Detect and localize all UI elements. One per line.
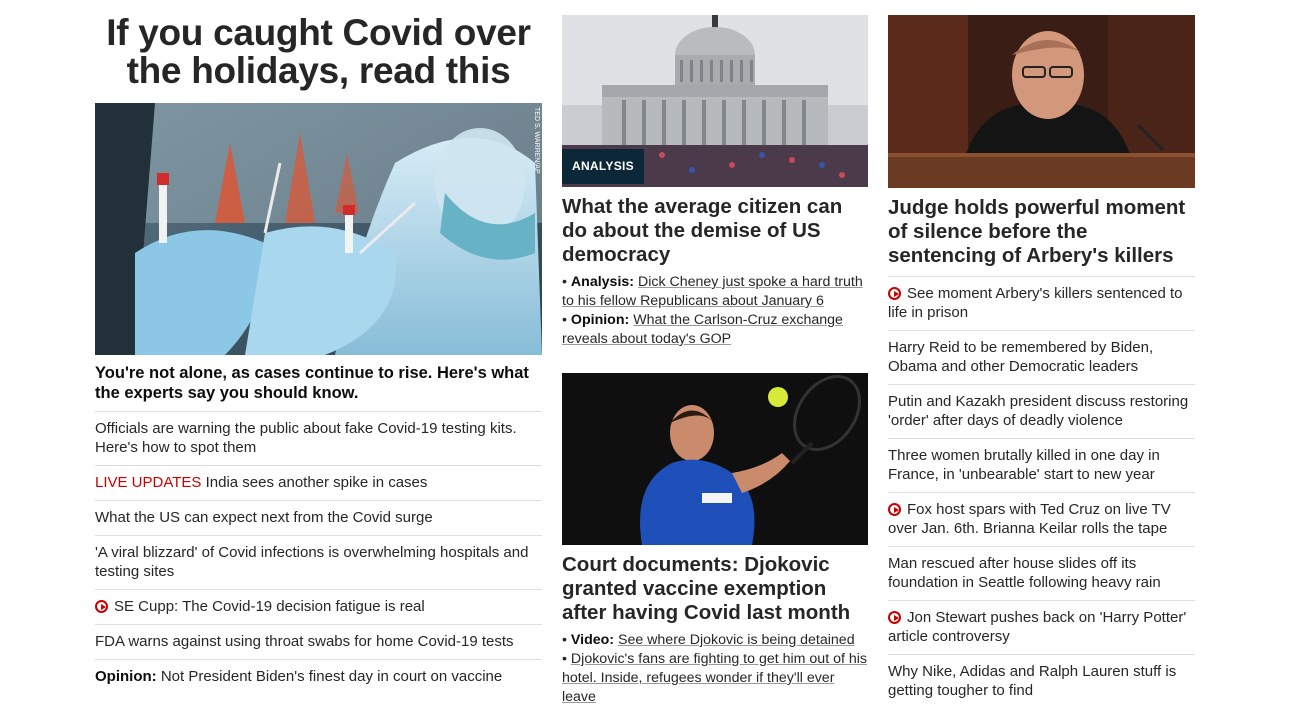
analysis-badge: ANALYSIS bbox=[562, 149, 644, 184]
lead-related-list: Officials are warning the public about f… bbox=[95, 412, 542, 694]
list-item[interactable]: Opinion: Not President Biden's finest da… bbox=[95, 660, 542, 694]
video-play-icon bbox=[888, 287, 901, 300]
live-updates-label: LIVE UPDATES bbox=[95, 474, 202, 491]
capitol-photo[interactable]: ANALYSIS bbox=[562, 15, 868, 187]
list-item[interactable]: • Djokovic's fans are fighting to get hi… bbox=[562, 650, 868, 707]
story-headline[interactable]: Judge holds powerful moment of silence b… bbox=[888, 196, 1195, 268]
story-related-list: • Video: See where Djokovic is being det… bbox=[562, 631, 868, 707]
story-headline[interactable]: Court documents: Djokovic granted vaccin… bbox=[562, 553, 868, 625]
story-related-list: • Analysis: Dick Cheney just spoke a har… bbox=[562, 273, 868, 349]
list-item[interactable]: SE Cupp: The Covid-19 decision fatigue i… bbox=[95, 590, 542, 625]
list-item[interactable]: FDA warns against using throat swabs for… bbox=[95, 625, 542, 660]
list-item[interactable]: • Analysis: Dick Cheney just spoke a har… bbox=[562, 273, 868, 311]
lead-column: If you caught Covid over the holidays, r… bbox=[95, 0, 542, 694]
list-item[interactable]: Jon Stewart pushes back on 'Harry Potter… bbox=[888, 601, 1195, 655]
lead-headline[interactable]: If you caught Covid over the holidays, r… bbox=[95, 14, 542, 103]
list-item[interactable]: Man rescued after house slides off its f… bbox=[888, 547, 1195, 601]
story-headline[interactable]: What the average citizen can do about th… bbox=[562, 195, 868, 267]
lead-photo[interactable]: TED S. WARREN/AP bbox=[95, 103, 542, 355]
list-item[interactable]: Officials are warning the public about f… bbox=[95, 412, 542, 466]
list-item[interactable]: Fox host spars with Ted Cruz on live TV … bbox=[888, 493, 1195, 547]
djokovic-photo[interactable] bbox=[562, 373, 868, 545]
opinion-label: Opinion: bbox=[95, 668, 157, 685]
list-item[interactable]: Harry Reid to be remembered by Biden, Ob… bbox=[888, 331, 1195, 385]
list-item[interactable]: Why Nike, Adidas and Ralph Lauren stuff … bbox=[888, 655, 1195, 708]
list-item[interactable]: • Opinion: What the Carlson-Cruz exchang… bbox=[562, 311, 868, 349]
list-item[interactable]: Putin and Kazakh president discuss resto… bbox=[888, 385, 1195, 439]
list-item[interactable]: LIVE UPDATES India sees another spike in… bbox=[95, 466, 542, 501]
right-column: Judge holds powerful moment of silence b… bbox=[888, 0, 1195, 708]
middle-column: ANALYSIS What the average citizen can do… bbox=[562, 0, 868, 707]
video-play-icon bbox=[888, 611, 901, 624]
list-item[interactable]: See moment Arbery's killers sentenced to… bbox=[888, 277, 1195, 331]
video-play-icon bbox=[888, 503, 901, 516]
photo-credit: TED S. WARREN/AP bbox=[533, 107, 540, 174]
video-play-icon bbox=[95, 600, 108, 613]
list-item[interactable]: • Video: See where Djokovic is being det… bbox=[562, 631, 868, 650]
list-item[interactable]: Three women brutally killed in one day i… bbox=[888, 439, 1195, 493]
lead-subheadline[interactable]: You're not alone, as cases continue to r… bbox=[95, 363, 542, 412]
judge-photo[interactable] bbox=[888, 15, 1195, 188]
list-item[interactable]: What the US can expect next from the Cov… bbox=[95, 501, 542, 536]
list-item[interactable]: 'A viral blizzard' of Covid infections i… bbox=[95, 536, 542, 590]
right-related-list: See moment Arbery's killers sentenced to… bbox=[888, 276, 1195, 708]
